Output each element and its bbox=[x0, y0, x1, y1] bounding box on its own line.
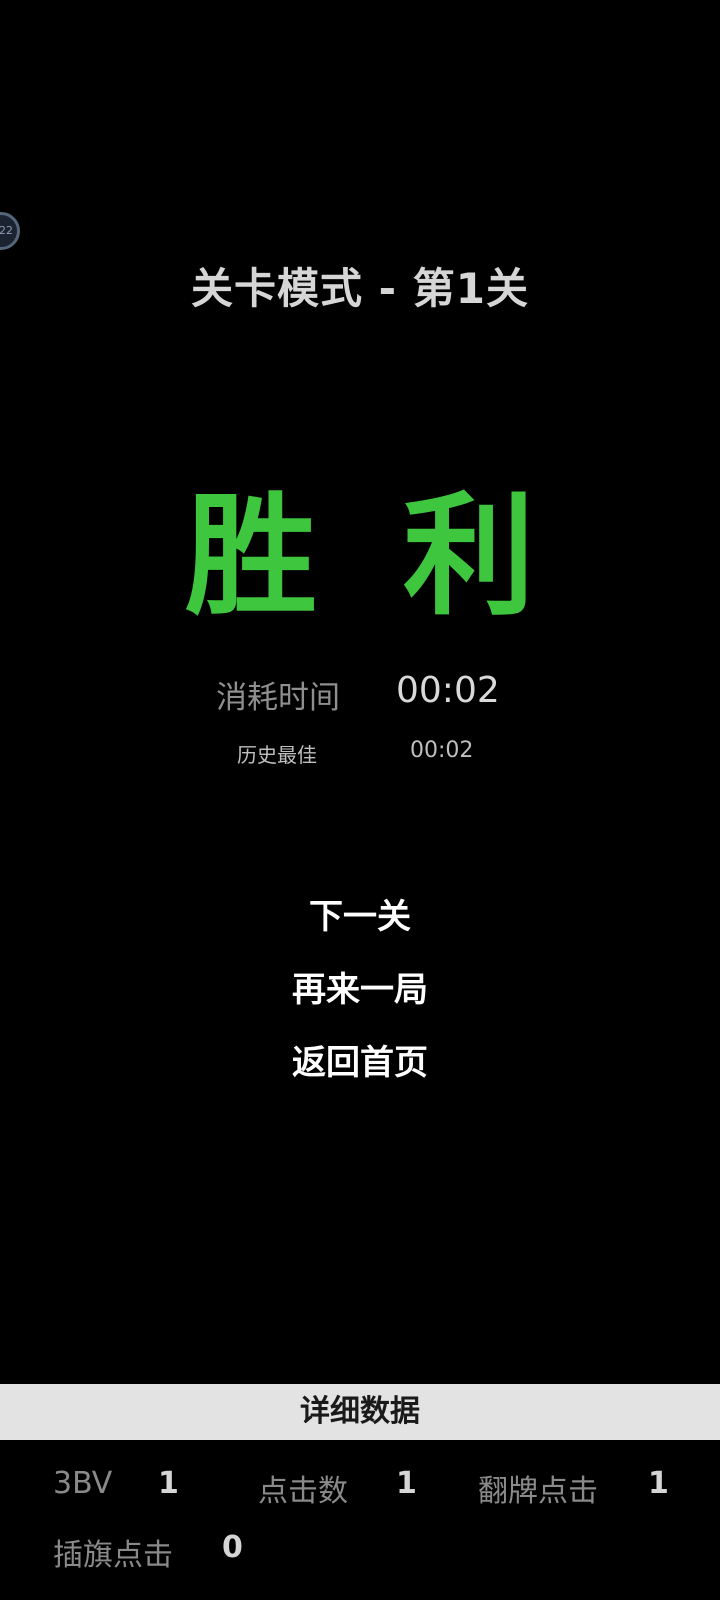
victory-title: 胜 利 bbox=[185, 480, 555, 634]
detail-3bv-label: 3BV bbox=[53, 1466, 113, 1501]
best-time-value: 00:02 bbox=[410, 738, 474, 763]
back-home-button[interactable]: 返回首页 bbox=[0, 1035, 720, 1084]
time-used-label: 消耗时间 bbox=[216, 680, 340, 716]
detail-open-clicks-label: 翻牌点击 bbox=[478, 1474, 598, 1509]
time-used-value: 00:02 bbox=[396, 670, 500, 711]
floating-assist-badge[interactable]: 22 bbox=[0, 212, 20, 250]
detail-open-clicks-value: 1 bbox=[648, 1466, 669, 1501]
detail-flag-clicks-label: 插旗点击 bbox=[53, 1538, 173, 1573]
badge-text: 22 bbox=[0, 224, 13, 237]
mode-title: 关卡模式 - 第1关 bbox=[191, 264, 529, 313]
play-again-button[interactable]: 再来一局 bbox=[0, 962, 720, 1011]
detail-flag-clicks-value: 0 bbox=[222, 1530, 243, 1565]
detail-clicks-label: 点击数 bbox=[258, 1474, 348, 1509]
next-level-button[interactable]: 下一关 bbox=[0, 889, 720, 938]
best-time-label: 历史最佳 bbox=[237, 743, 317, 767]
details-header[interactable]: 详细数据 bbox=[0, 1384, 720, 1440]
detail-clicks-value: 1 bbox=[396, 1466, 417, 1501]
detail-3bv-value: 1 bbox=[158, 1466, 179, 1501]
